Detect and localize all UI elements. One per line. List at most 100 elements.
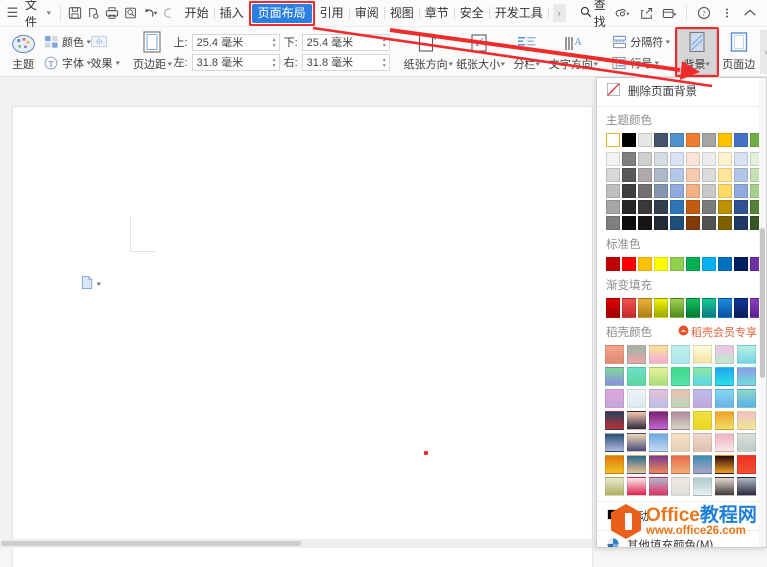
theme-color-variant-swatch[interactable] xyxy=(606,216,620,230)
print-preview-icon[interactable] xyxy=(84,2,103,24)
more-tabs-button[interactable]: › xyxy=(553,4,566,22)
theme-color-variant-swatch[interactable] xyxy=(718,184,732,198)
theme-color-variant-swatch[interactable] xyxy=(606,200,620,214)
theme-color-variant-swatch[interactable] xyxy=(670,200,684,214)
docer-color-swatch[interactable] xyxy=(649,433,668,452)
standard-color-swatch[interactable] xyxy=(654,257,668,271)
theme-color-variant-swatch[interactable] xyxy=(622,216,636,230)
remove-page-background-item[interactable]: 删除页面背景 xyxy=(597,78,766,104)
paper-orientation-button[interactable]: 纸张方向 ▾ xyxy=(402,29,455,75)
theme-color-variant-swatch[interactable] xyxy=(606,152,620,166)
docer-color-swatch[interactable] xyxy=(693,455,712,474)
docer-color-swatch[interactable] xyxy=(605,411,624,430)
theme-color-variant-swatch[interactable] xyxy=(670,184,684,198)
theme-color-variant-swatch[interactable] xyxy=(622,184,636,198)
gradient-fill-swatch[interactable] xyxy=(702,298,716,318)
docer-color-swatch[interactable] xyxy=(737,345,756,364)
docer-color-swatch[interactable] xyxy=(715,477,734,496)
ribbon-overflow-button[interactable]: › xyxy=(760,30,767,74)
gradient-fill-swatch[interactable] xyxy=(670,298,684,318)
theme-color-variant-swatch[interactable] xyxy=(734,152,748,166)
theme-color-variant-swatch[interactable] xyxy=(670,216,684,230)
docer-color-swatch[interactable] xyxy=(627,411,646,430)
theme-color-swatch[interactable] xyxy=(702,133,716,147)
theme-color-swatch[interactable] xyxy=(734,133,748,147)
stepper-arrows[interactable]: ▲▼ xyxy=(382,55,387,72)
gradient-fill-swatch[interactable] xyxy=(718,298,732,318)
theme-color-variant-swatch[interactable] xyxy=(638,216,652,230)
stepper-arrows[interactable]: ▲▼ xyxy=(382,35,387,52)
theme-color-variant-swatch[interactable] xyxy=(702,184,716,198)
gradient-fill-swatch[interactable] xyxy=(734,298,748,318)
margin-left-input[interactable]: 31.8 毫米 ▲▼ xyxy=(192,54,280,71)
undo-icon[interactable]: ▾ xyxy=(140,2,159,24)
docer-color-swatch[interactable] xyxy=(627,389,646,408)
standard-color-swatch[interactable] xyxy=(622,257,636,271)
more-fill-colors-item[interactable]: 其他填充颜色(M)... xyxy=(597,533,766,548)
paper-size-button[interactable]: 纸张大小 ▾ xyxy=(454,29,507,75)
theme-color-swatch[interactable] xyxy=(718,133,732,147)
docer-color-swatch[interactable] xyxy=(693,367,712,386)
separator-button[interactable]: 分隔符 ▾ xyxy=(611,32,670,51)
docer-color-swatch[interactable] xyxy=(605,389,624,408)
document-page[interactable]: ▾ xyxy=(13,107,592,567)
tab-page-layout[interactable]: 页面布局 xyxy=(252,4,312,23)
theme-effects-top-icon[interactable] xyxy=(91,32,120,51)
standard-color-swatch[interactable] xyxy=(638,257,652,271)
docer-color-swatch[interactable] xyxy=(715,345,734,364)
docer-vip-badge[interactable]: 稻壳会员专享 xyxy=(678,324,757,340)
docer-color-swatch[interactable] xyxy=(649,477,668,496)
docer-color-swatch[interactable] xyxy=(605,477,624,496)
theme-color-swatch[interactable] xyxy=(686,133,700,147)
theme-color-variant-swatch[interactable] xyxy=(654,184,668,198)
docer-color-swatch[interactable] xyxy=(649,345,668,364)
docer-color-swatch[interactable] xyxy=(715,433,734,452)
theme-color-variant-swatch[interactable] xyxy=(734,200,748,214)
theme-effects-button[interactable]: 效果 ▾ xyxy=(91,53,120,72)
docer-color-swatch[interactable] xyxy=(627,345,646,364)
docer-color-swatch[interactable] xyxy=(715,389,734,408)
gradient-fill-swatch[interactable] xyxy=(622,298,636,318)
docer-color-swatch[interactable] xyxy=(671,367,690,386)
theme-colors-button[interactable]: 颜色 ▾ xyxy=(43,32,91,51)
theme-color-variant-swatch[interactable] xyxy=(654,168,668,182)
docer-colors-grid[interactable] xyxy=(597,342,766,499)
theme-color-swatch[interactable] xyxy=(670,133,684,147)
scrollbar-thumb[interactable] xyxy=(760,228,765,378)
gradient-fill-swatch[interactable] xyxy=(686,298,700,318)
find-button[interactable]: 查找 xyxy=(580,0,612,30)
theme-color-variant-swatch[interactable] xyxy=(670,168,684,182)
theme-color-variant-swatch[interactable] xyxy=(622,152,636,166)
theme-color-variant-swatch[interactable] xyxy=(734,216,748,230)
docer-color-swatch[interactable] xyxy=(627,367,646,386)
theme-color-swatch[interactable] xyxy=(622,133,636,147)
theme-color-variant-swatch[interactable] xyxy=(638,168,652,182)
standard-color-swatch[interactable] xyxy=(702,257,716,271)
docer-color-swatch[interactable] xyxy=(649,389,668,408)
theme-color-variant-swatch[interactable] xyxy=(638,184,652,198)
docer-color-swatch[interactable] xyxy=(671,477,690,496)
theme-color-variant-swatch[interactable] xyxy=(686,184,700,198)
docer-color-swatch[interactable] xyxy=(627,477,646,496)
collapse-ribbon-icon[interactable] xyxy=(739,2,761,24)
theme-color-variant-swatch[interactable] xyxy=(718,168,732,182)
theme-color-variant-swatch[interactable] xyxy=(686,200,700,214)
docer-color-swatch[interactable] xyxy=(737,389,756,408)
window-split-icon[interactable]: ▾ xyxy=(658,2,680,24)
theme-color-variant-swatch[interactable] xyxy=(670,152,684,166)
stepper-arrows[interactable]: ▲▼ xyxy=(272,35,277,52)
docer-color-swatch[interactable] xyxy=(671,433,690,452)
theme-color-variant-swatch[interactable] xyxy=(654,152,668,166)
theme-color-variant-swatch[interactable] xyxy=(638,152,652,166)
hamburger-icon[interactable]: ☰ xyxy=(4,5,21,21)
scrollbar-thumb[interactable] xyxy=(1,541,301,546)
theme-color-variant-swatch[interactable] xyxy=(718,152,732,166)
theme-button[interactable]: 主题 xyxy=(3,29,43,75)
docer-color-swatch[interactable] xyxy=(715,367,734,386)
share-icon[interactable] xyxy=(635,2,657,24)
docer-color-swatch[interactable] xyxy=(605,345,624,364)
print-icon[interactable] xyxy=(103,2,122,24)
standard-color-swatch[interactable] xyxy=(606,257,620,271)
more-icon[interactable] xyxy=(716,2,738,24)
docer-color-swatch[interactable] xyxy=(715,411,734,430)
